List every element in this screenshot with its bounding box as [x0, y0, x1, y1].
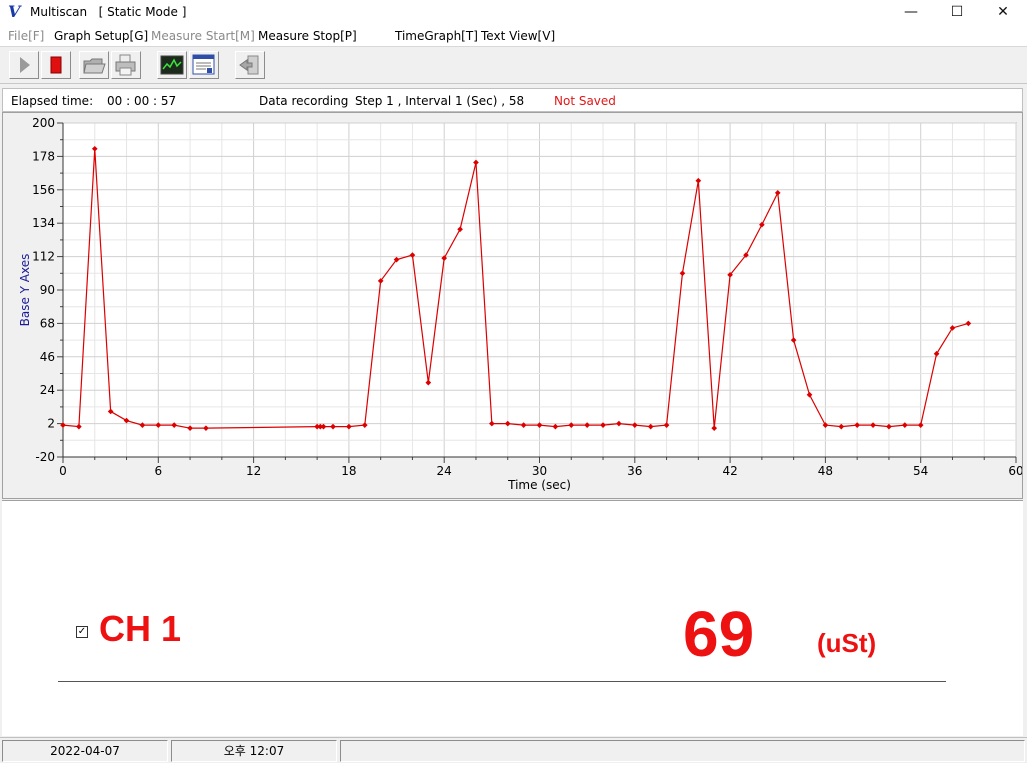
text-view-button[interactable]	[189, 51, 219, 79]
x-tick-label: 36	[627, 464, 642, 478]
elapsed-value: 00 : 00 : 57	[107, 94, 177, 108]
recording-label: Data recording	[259, 94, 349, 108]
step-interval-info: Step 1 , Interval 1 (Sec) , 58	[355, 94, 525, 108]
channel-value: 69	[683, 598, 755, 670]
save-state: Not Saved	[554, 94, 616, 108]
status-empty-cell	[340, 740, 1025, 762]
open-file-button[interactable]	[79, 51, 109, 79]
y-tick-label: -20	[35, 450, 55, 464]
stop-icon	[50, 56, 62, 74]
y-tick-label: 68	[40, 316, 55, 330]
y-tick-label: 156	[32, 183, 55, 197]
toolbar	[0, 46, 1027, 84]
y-tick-label: 90	[40, 283, 55, 297]
play-icon	[20, 57, 30, 73]
menu-time-graph[interactable]: TimeGraph[T]	[395, 29, 478, 43]
open-folder-icon	[83, 58, 106, 74]
channel-divider	[58, 681, 946, 682]
status-time: 오후 12:07	[171, 740, 337, 762]
y-tick-label: 134	[32, 216, 55, 230]
exit-icon	[239, 55, 259, 75]
channel-unit: (uSt)	[817, 628, 877, 658]
maximize-button[interactable]: ☐	[934, 0, 980, 26]
print-button[interactable]	[111, 51, 141, 79]
x-tick-label: 6	[154, 464, 162, 478]
play-button[interactable]	[9, 51, 39, 79]
print-icon	[115, 54, 136, 76]
menu-graph-setup[interactable]: Graph Setup[G]	[54, 29, 148, 43]
y-tick-label: 178	[32, 149, 55, 163]
time-graph-icon	[160, 55, 184, 75]
time-graph-button[interactable]	[157, 51, 187, 79]
y-tick-label: 24	[40, 383, 55, 397]
window-title: Multiscan [ Static Mode ]	[30, 5, 187, 19]
status-date: 2022-04-07	[2, 740, 168, 762]
x-tick-label: 24	[437, 464, 452, 478]
menu-measure-start[interactable]: Measure Start[M]	[151, 29, 255, 43]
stop-button[interactable]	[41, 51, 71, 79]
x-tick-label: 54	[913, 464, 928, 478]
x-tick-label: 0	[59, 464, 67, 478]
y-tick-label: 112	[32, 250, 55, 264]
x-axis-title: Time (sec)	[507, 478, 571, 492]
title-bar: V Multiscan [ Static Mode ] — ☐ ✕	[0, 0, 1027, 26]
time-graph-chart: 0 6 12 18 24 30 36 42 48 54 60 -20 2 24 46 68 90 112 134 15…	[18, 116, 1022, 492]
menu-measure-stop[interactable]: Measure Stop[P]	[258, 29, 357, 43]
menu-bar: File[F] Graph Setup[G] Measure Start[M] …	[0, 26, 1027, 46]
x-tick-label: 18	[341, 464, 356, 478]
y-tick-label: 2	[47, 417, 55, 431]
text-view-icon	[192, 54, 215, 75]
x-tick-label: 30	[532, 464, 547, 478]
channel-panel: ✓ CH 1 69 (uSt)	[2, 500, 1023, 736]
menu-file[interactable]: File[F]	[8, 29, 44, 43]
channel-label: CH 1	[99, 608, 182, 649]
x-tick-label: 42	[722, 464, 737, 478]
app-logo-icon: V	[8, 2, 21, 21]
recording-status-line: Elapsed time: 00 : 00 : 57 Data recordin…	[2, 88, 1023, 112]
exit-button[interactable]	[235, 51, 265, 79]
x-tick-label: 48	[818, 464, 833, 478]
close-button[interactable]: ✕	[980, 0, 1026, 26]
y-axis-title: Base Y Axes	[18, 254, 32, 327]
x-tick-label: 12	[246, 464, 261, 478]
minimize-button[interactable]: —	[888, 0, 934, 26]
channel-checkbox[interactable]: ✓	[76, 626, 88, 638]
time-graph-panel: 0 6 12 18 24 30 36 42 48 54 60 -20 2 24 46 68 90 112 134 15…	[2, 112, 1023, 499]
menu-text-view[interactable]: Text View[V]	[481, 29, 555, 43]
x-tick-label: 60	[1008, 464, 1022, 478]
y-tick-label: 46	[40, 350, 55, 364]
y-tick-label: 200	[32, 116, 55, 130]
elapsed-label: Elapsed time:	[11, 94, 94, 108]
app-window: V Multiscan [ Static Mode ] — ☐ ✕ File[F…	[0, 0, 1027, 763]
status-bar: 2022-04-07 오후 12:07	[0, 737, 1027, 763]
